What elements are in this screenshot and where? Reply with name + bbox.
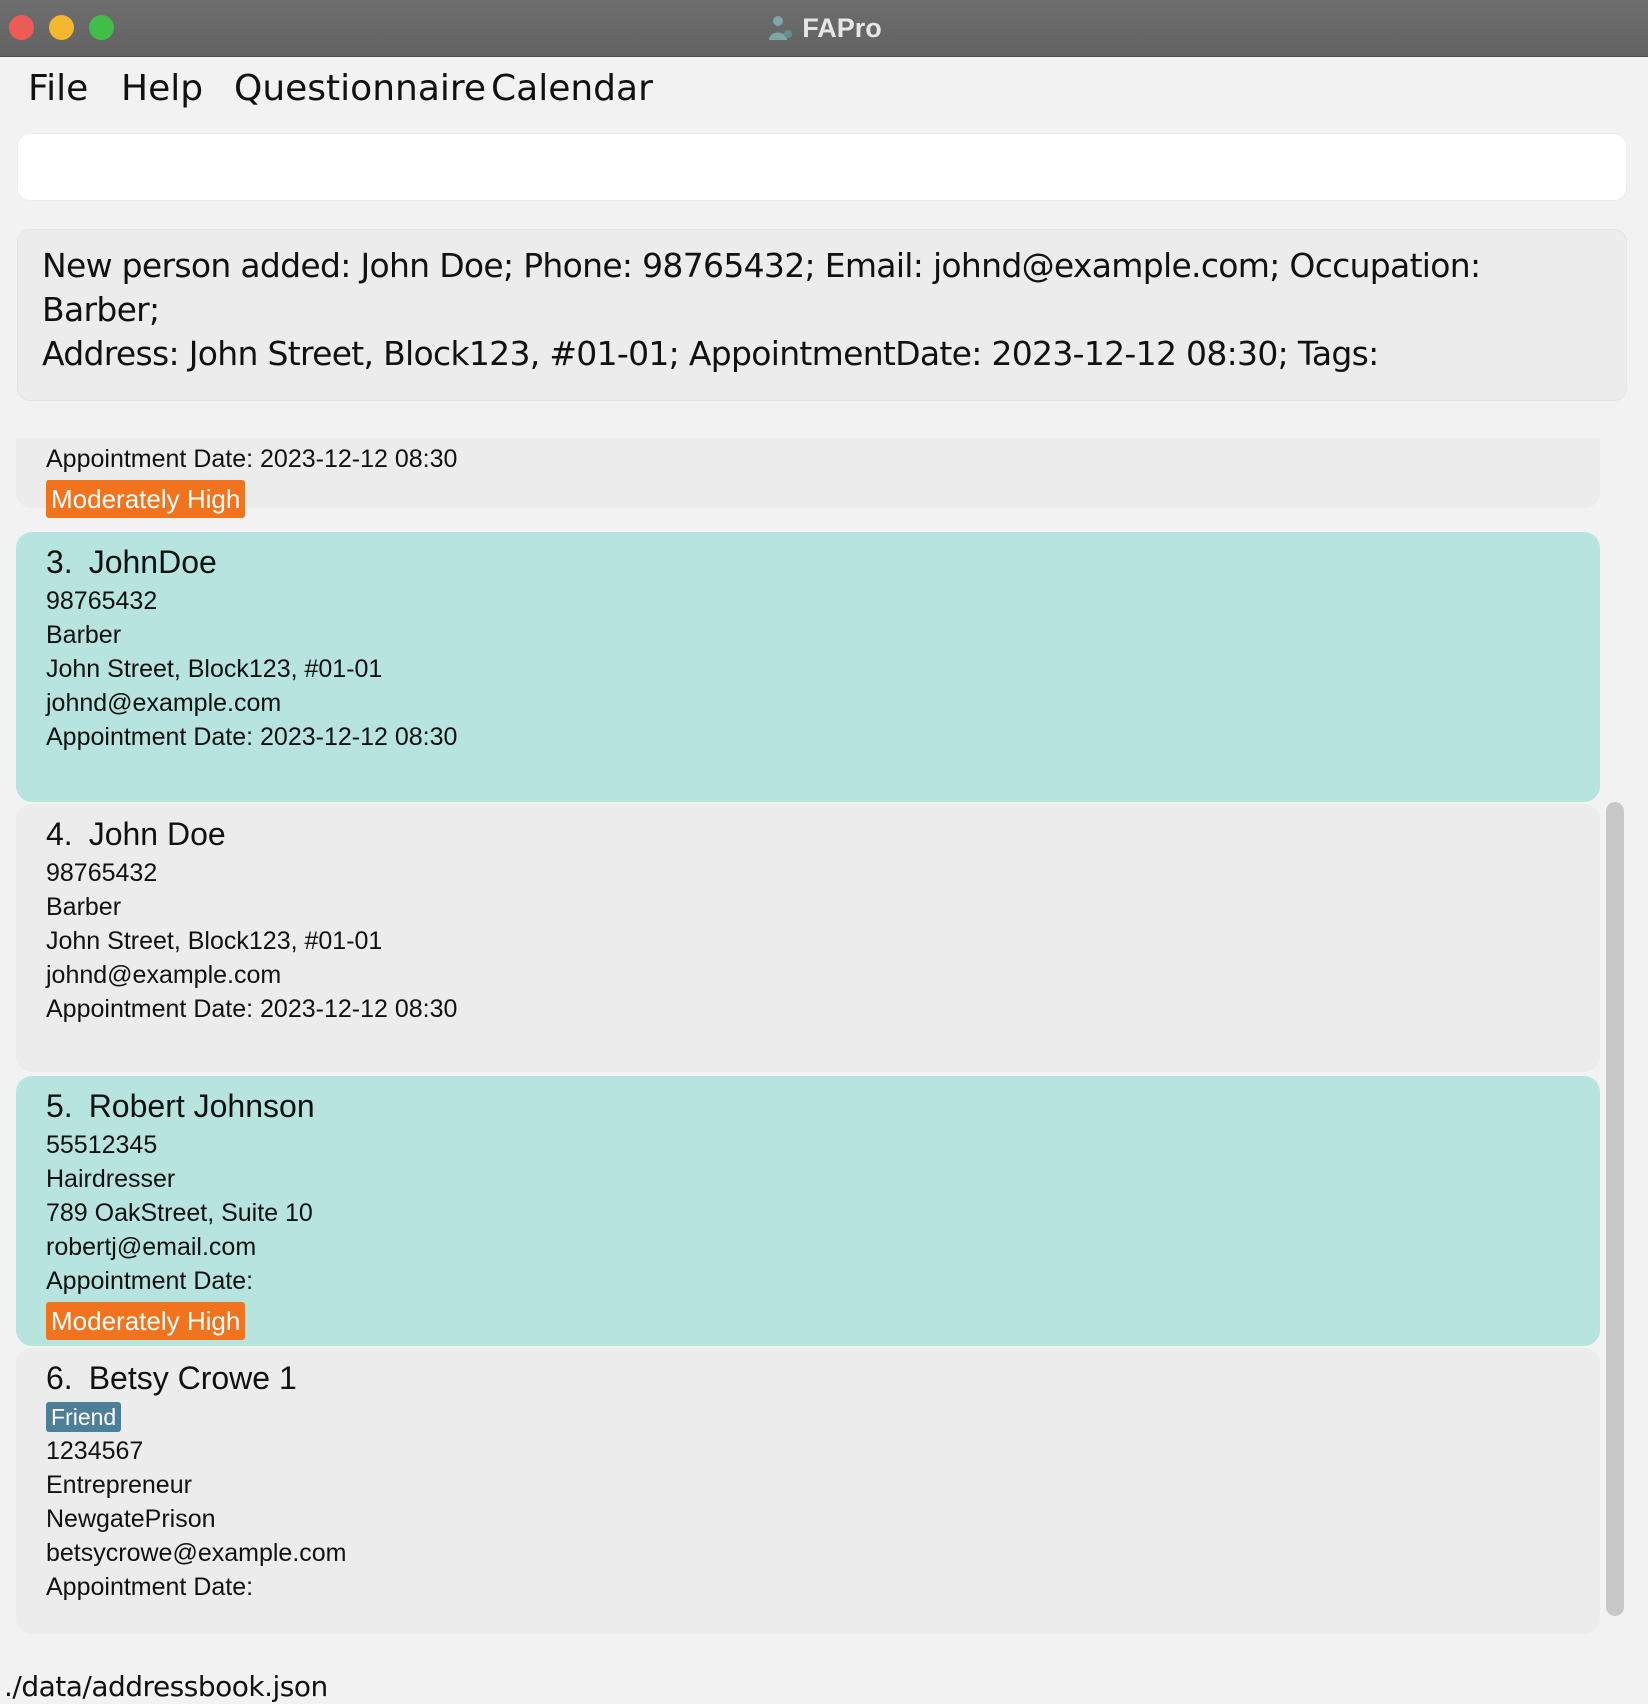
friend-tag: Friend: [46, 1402, 122, 1432]
result-line: New person added: John Doe; Phone: 98765…: [42, 246, 1481, 329]
person-name-row: 3. JohnDoe: [46, 540, 1570, 584]
person-name-row: 5. Robert Johnson: [46, 1084, 1570, 1128]
menu-bar: File Help Questionnaire Calendar: [0, 56, 1648, 120]
person-address: NewgatePrison: [46, 1505, 216, 1533]
person-appointment: Appointment Date: 2023-12-12 08:30: [46, 995, 458, 1023]
window-title: FAPro: [802, 12, 882, 43]
person-phone: 1234567: [46, 1437, 144, 1465]
result-display: New person added: John Doe; Phone: 98765…: [18, 230, 1626, 400]
person-email: betsycrowe@example.com: [46, 1539, 347, 1567]
result-line: Address: John Street, Block123, #01-01; …: [42, 334, 1379, 373]
person-name: Robert Johnson: [88, 1088, 315, 1124]
person-phone: 55512345: [46, 1131, 158, 1159]
person-appointment: Appointment Date:: [46, 1573, 254, 1601]
person-phone: 98765432: [46, 859, 158, 887]
person-address: John Street, Block123, #01-01: [46, 927, 383, 955]
person-address: John Street, Block123, #01-01: [46, 655, 383, 683]
menu-questionnaire[interactable]: Questionnaire: [234, 68, 486, 109]
person-index: 5.: [46, 1088, 73, 1124]
status-bar-path: ./data/addressbook.json: [4, 1670, 328, 1703]
title-bar: FAPro: [0, 0, 1648, 57]
person-card[interactable]: Appointment Date: 2023-12-12 08:30 Moder…: [16, 438, 1600, 518]
person-card[interactable]: 5. Robert Johnson 55512345 Hairdresser 78…: [16, 1076, 1600, 1346]
person-occupation: Entrepreneur: [46, 1471, 192, 1499]
person-list[interactable]: Appointment Date: 2023-12-12 08:30 Moder…: [16, 438, 1600, 1636]
risk-tag: Moderately High: [46, 480, 246, 518]
list-scrollbar[interactable]: [1606, 802, 1624, 1616]
person-occupation: Barber: [46, 893, 122, 921]
person-name-row: 4. John Doe: [46, 812, 1570, 856]
person-name: Betsy Crowe 1: [88, 1360, 297, 1396]
person-appointment: Appointment Date: 2023-12-12 08:30: [46, 723, 458, 751]
person-name: JohnDoe: [88, 544, 217, 580]
command-input[interactable]: [18, 134, 1626, 200]
window-title-group: FAPro: [0, 0, 1648, 56]
person-name: John Doe: [88, 816, 226, 852]
person-index: 6.: [46, 1360, 73, 1396]
person-card[interactable]: 3. JohnDoe 98765432 Barber John Street, B…: [16, 532, 1600, 802]
person-card[interactable]: 6. Betsy Crowe 1 Friend 1234567 Entrepren…: [16, 1348, 1600, 1634]
person-address: 789 OakStreet, Suite 10: [46, 1199, 313, 1227]
person-email: johnd@example.com: [46, 961, 282, 989]
person-index: 3.: [46, 544, 73, 580]
person-appointment: Appointment Date: 2023-12-12 08:30: [46, 445, 458, 473]
person-appointment: Appointment Date:: [46, 1267, 254, 1295]
person-email: johnd@example.com: [46, 689, 282, 717]
person-name-row: 6. Betsy Crowe 1: [46, 1356, 1570, 1400]
person-occupation: Barber: [46, 621, 122, 649]
app-logo-icon: [769, 16, 793, 40]
person-card[interactable]: 4. John Doe 98765432 Barber John Street, …: [16, 804, 1600, 1072]
risk-tag: Moderately High: [46, 1302, 246, 1340]
person-phone: 98765432: [46, 587, 158, 615]
menu-calendar[interactable]: Calendar: [491, 68, 653, 109]
person-email: robertj@email.com: [46, 1233, 257, 1261]
person-index: 4.: [46, 816, 73, 852]
person-occupation: Hairdresser: [46, 1165, 176, 1193]
menu-help[interactable]: Help: [121, 68, 203, 109]
menu-file[interactable]: File: [28, 68, 88, 109]
